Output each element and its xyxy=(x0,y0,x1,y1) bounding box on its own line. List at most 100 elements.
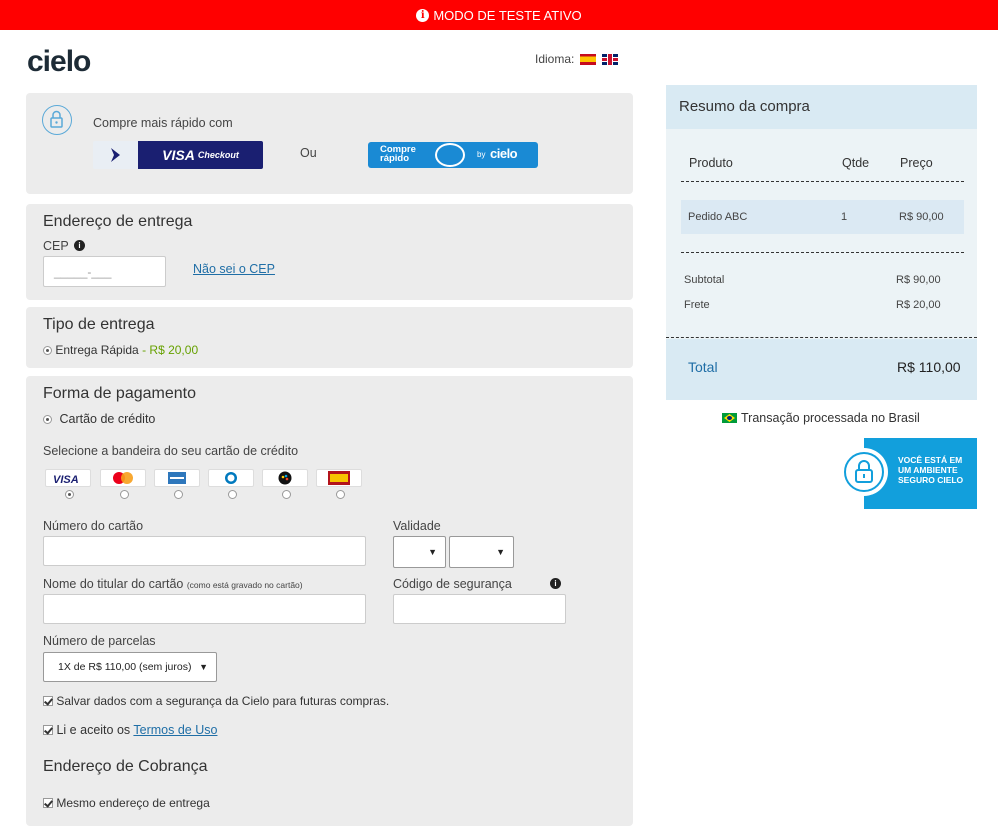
brand-prompt: Selecione a bandeira do seu cartão de cr… xyxy=(43,444,299,458)
hipercard-brand[interactable] xyxy=(316,469,362,487)
chevron-right-icon xyxy=(93,141,138,169)
save-data-checkbox[interactable] xyxy=(43,696,53,706)
credit-card-option[interactable]: Cartão de crédito xyxy=(43,412,155,426)
summary-header: Resumo da compra xyxy=(666,85,977,129)
secure-text: VOCÊ ESTÁ EM UM AMBIENTE SEGURO CIELO xyxy=(898,455,964,485)
card-number-label: Número do cartão xyxy=(43,519,144,533)
hipercard-radio[interactable] xyxy=(336,490,345,499)
visa-checkout-button[interactable]: VISA Checkout xyxy=(93,141,263,169)
item-price: R$ 90,00 xyxy=(899,211,944,223)
mastercard-radio[interactable] xyxy=(120,490,129,499)
shipping-address-title: Endereço de entrega xyxy=(43,213,193,230)
amex-radio[interactable] xyxy=(174,490,183,499)
security-code-label: Código de segurança xyxy=(393,577,512,591)
divider xyxy=(681,181,964,182)
delivery-type-panel: Tipo de entrega Entrega Rápida - R$ 20,0… xyxy=(26,307,633,368)
save-data-label: Salvar dados com a segurança da Cielo pa… xyxy=(56,694,390,708)
col-qty: Qtde xyxy=(842,156,870,170)
or-text: Ou xyxy=(300,146,317,160)
quick-buy-label: Compre mais rápido com xyxy=(93,116,233,130)
processed-in-brazil: Transação processada no Brasil xyxy=(722,411,920,425)
quick-buy-panel: Compre mais rápido com VISA Checkout Ou … xyxy=(26,93,633,194)
expiry-year-select[interactable]: ▼ xyxy=(449,536,514,568)
uk-flag-icon[interactable] xyxy=(602,53,619,65)
terms-link[interactable]: Termos de Uso xyxy=(133,723,217,737)
dropdown-arrow-icon: ▼ xyxy=(428,547,437,557)
language-label: Idioma: xyxy=(535,52,575,66)
summary-item-row: Pedido ABC 1 R$ 90,00 xyxy=(681,200,964,234)
security-code-info-icon[interactable]: i xyxy=(550,578,561,589)
spain-flag-icon[interactable] xyxy=(580,53,597,65)
visa-brand[interactable]: VISA xyxy=(45,469,91,487)
credit-card-radio[interactable] xyxy=(43,415,52,425)
shipping-label: Frete xyxy=(684,299,710,311)
hand-touch-icon xyxy=(435,143,465,167)
same-address-option[interactable]: Mesmo endereço de entrega xyxy=(43,796,210,810)
terms-checkbox[interactable] xyxy=(43,725,53,735)
info-icon: i xyxy=(416,8,430,22)
security-code-input[interactable] xyxy=(393,594,566,624)
col-price: Preço xyxy=(900,156,933,170)
cep-label: CEP xyxy=(43,239,69,253)
mastercard-brand[interactable] xyxy=(100,469,146,487)
visa-radio[interactable] xyxy=(65,490,74,499)
visa-checkout-brand: VISA xyxy=(162,147,195,163)
compre-rapido-button[interactable]: Compre rápido by cielo xyxy=(368,142,538,168)
cep-info-icon[interactable]: i xyxy=(74,240,85,251)
test-mode-text: MODO DE TESTE ATIVO xyxy=(433,7,582,23)
installments-select[interactable]: 1X de R$ 110,00 (sem juros) ▼ xyxy=(43,652,217,682)
cielo-logo: cielo xyxy=(27,46,92,76)
same-address-label: Mesmo endereço de entrega xyxy=(56,796,210,810)
card-number-input[interactable] xyxy=(43,536,366,566)
holder-hint: (como está gravado no cartão) xyxy=(186,580,303,590)
delivery-option-label: Entrega Rápida xyxy=(55,343,139,357)
subtotal-label: Subtotal xyxy=(684,274,725,286)
holder-name-input[interactable] xyxy=(43,594,366,624)
language-selector: Idioma: xyxy=(535,52,619,66)
logo-text: cielo xyxy=(27,46,91,76)
elo-brand[interactable] xyxy=(262,469,308,487)
total-value: R$ 110,00 xyxy=(897,359,961,375)
lock-icon xyxy=(42,105,72,135)
secure-environment-badge: VOCÊ ESTÁ EM UM AMBIENTE SEGURO CIELO xyxy=(840,438,977,509)
expiry-label: Validade xyxy=(393,519,441,533)
divider xyxy=(666,337,977,338)
diners-radio[interactable] xyxy=(228,490,237,499)
svg-text:VISA: VISA xyxy=(53,474,79,484)
billing-title: Endereço de Cobrança xyxy=(43,758,208,775)
subtotal-value: R$ 90,00 xyxy=(896,274,941,286)
payment-title: Forma de pagamento xyxy=(43,385,196,402)
dropdown-arrow-icon: ▼ xyxy=(496,547,505,557)
unknown-cep-link[interactable]: Não sei o CEP xyxy=(193,262,275,276)
same-address-checkbox[interactable] xyxy=(43,798,53,808)
installments-label: Número de parcelas xyxy=(43,634,156,648)
cep-input[interactable]: _____-___ xyxy=(43,256,166,287)
item-name: Pedido ABC xyxy=(688,211,748,223)
shipping-address-panel: Endereço de entrega CEP i _____-___ Não … xyxy=(26,204,633,300)
terms-option[interactable]: Li e aceito os Termos de Uso xyxy=(43,723,217,737)
holder-label: Nome do titular do cartão (como está gra… xyxy=(43,577,303,591)
summary-title: Resumo da compra xyxy=(679,98,810,115)
delivery-radio[interactable] xyxy=(43,346,52,356)
delivery-option-price: - R$ 20,00 xyxy=(142,343,199,357)
cielo-brand-label: cielo xyxy=(490,146,518,161)
processed-text: Transação processada no Brasil xyxy=(741,411,920,425)
terms-prefix: Li e aceito os xyxy=(56,723,131,737)
summary-total-row: Total R$ 110,00 xyxy=(666,339,977,400)
secure-lock-icon xyxy=(840,448,888,496)
shipping-value: R$ 20,00 xyxy=(896,299,941,311)
purchase-summary: Resumo da compra Produto Qtde Preço Pedi… xyxy=(666,85,977,400)
save-data-option[interactable]: Salvar dados com a segurança da Cielo pa… xyxy=(43,694,389,708)
elo-radio[interactable] xyxy=(282,490,291,499)
payment-panel: Forma de pagamento Cartão de crédito Sel… xyxy=(26,376,633,826)
divider xyxy=(681,252,964,253)
expiry-month-select[interactable]: ▼ xyxy=(393,536,446,568)
by-label: by xyxy=(477,150,486,159)
diners-brand[interactable] xyxy=(208,469,254,487)
item-qty: 1 xyxy=(841,211,848,223)
brazil-flag-icon xyxy=(722,413,737,423)
delivery-option[interactable]: Entrega Rápida - R$ 20,00 xyxy=(43,343,198,357)
credit-card-label: Cartão de crédito xyxy=(59,412,156,426)
amex-brand[interactable] xyxy=(154,469,200,487)
dropdown-arrow-icon: ▼ xyxy=(199,662,208,672)
